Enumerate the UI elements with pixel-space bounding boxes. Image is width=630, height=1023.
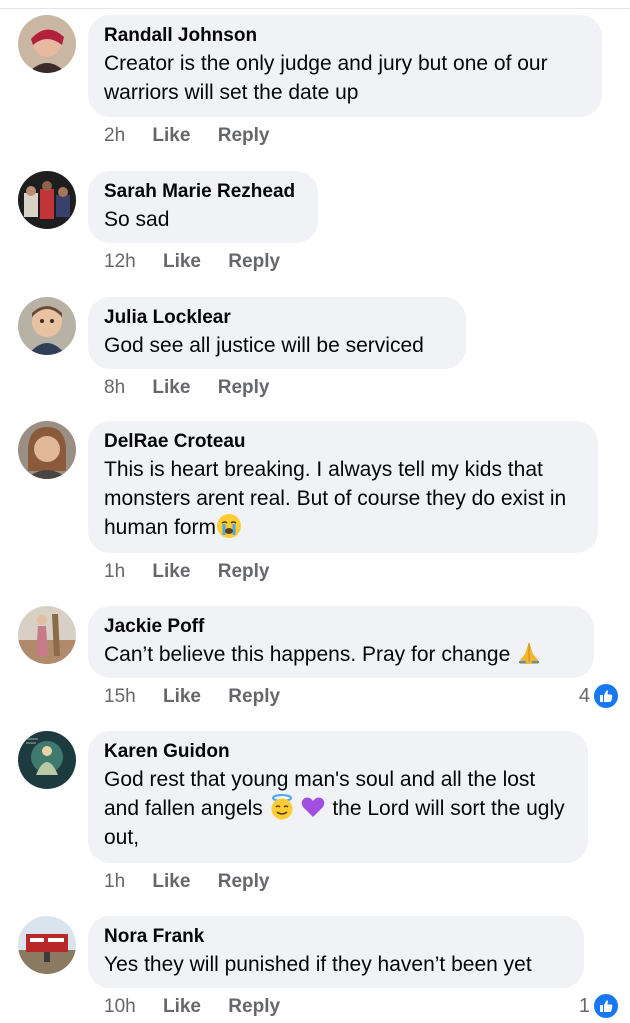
comment-author[interactable]: DelRae Croteau <box>104 430 582 454</box>
reaction-summary[interactable]: 4 <box>579 684 618 708</box>
comment-bubble: Jackie Poff Can’t believe this happens. … <box>88 606 594 678</box>
comment-author[interactable]: Sarah Marie Rezhead <box>104 180 302 204</box>
comment-actions: 1h Like Reply <box>104 871 291 893</box>
comment-text-body: Can’t believe this happens. Pray for cha… <box>104 643 511 666</box>
like-button[interactable]: Like <box>163 686 201 708</box>
comment-actions: 15h Like Reply <box>104 686 302 708</box>
smiling-face-with-halo-emoji <box>269 794 295 820</box>
comment-time[interactable]: 12h <box>104 251 136 273</box>
avatar[interactable] <box>18 15 76 73</box>
reply-button[interactable]: Reply <box>218 561 270 583</box>
comment-actions: 10h Like Reply <box>104 996 302 1018</box>
comment-time[interactable]: 8h <box>104 377 125 399</box>
like-button[interactable]: Like <box>163 251 201 273</box>
comment-actions: 1h Like Reply <box>104 561 291 583</box>
like-button[interactable]: Like <box>152 377 190 399</box>
reaction-summary[interactable]: 1 <box>579 994 618 1018</box>
top-divider <box>0 0 630 9</box>
reply-button[interactable]: Reply <box>228 251 280 273</box>
avatar[interactable] <box>18 171 76 229</box>
comment-text: Yes they will punished if they haven’t b… <box>104 953 532 976</box>
avatar[interactable] <box>18 731 76 789</box>
comment-actions: 2h Like Reply <box>104 125 291 147</box>
like-thumb-icon <box>594 684 618 708</box>
comment-bubble: Nora Frank Yes they will punished if the… <box>88 916 584 988</box>
reply-button[interactable]: Reply <box>228 686 280 708</box>
comment-text: God see all justice will be serviced <box>104 334 424 357</box>
comment-text: This is heart breaking. I always tell my… <box>104 455 582 542</box>
comment-actions: 8h Like Reply <box>104 377 291 399</box>
comment-author[interactable]: Nora Frank <box>104 925 568 949</box>
reply-button[interactable]: Reply <box>218 377 270 399</box>
like-button[interactable]: Like <box>152 871 190 893</box>
comment-text: So sad <box>104 208 170 231</box>
comment-text: God rest that young man's soul and all t… <box>104 765 572 852</box>
reaction-count: 1 <box>578 994 590 1017</box>
avatar[interactable] <box>18 297 76 355</box>
reply-button[interactable]: Reply <box>228 996 280 1018</box>
comment-bubble: Sarah Marie Rezhead So sad <box>88 171 318 243</box>
purple-heart-emoji <box>300 794 326 820</box>
like-button[interactable]: Like <box>152 561 190 583</box>
like-thumb-icon <box>594 994 618 1018</box>
comment-text: Creator is the only judge and jury but o… <box>104 52 548 104</box>
reply-button[interactable]: Reply <box>218 125 270 147</box>
comment-bubble: Julia Locklear God see all justice will … <box>88 297 466 369</box>
comment-bubble: Randall Johnson Creator is the only judg… <box>88 15 602 117</box>
comment-text-body: This is heart breaking. I always tell my… <box>104 458 567 539</box>
crying-face-emoji <box>216 513 242 539</box>
like-button[interactable]: Like <box>163 996 201 1018</box>
comment-time[interactable]: 15h <box>104 686 136 708</box>
comment-text: Can’t believe this happens. Pray for cha… <box>104 640 578 669</box>
praying-hands-emoji <box>516 640 542 666</box>
comment-bubble: DelRae Croteau This is heart breaking. I… <box>88 421 598 553</box>
comment-author[interactable]: Jackie Poff <box>104 615 578 639</box>
reply-button[interactable]: Reply <box>218 871 270 893</box>
comment-time[interactable]: 1h <box>104 871 125 893</box>
avatar[interactable] <box>18 916 76 974</box>
comment-time[interactable]: 1h <box>104 561 125 583</box>
like-button[interactable]: Like <box>152 125 190 147</box>
comment-actions: 12h Like Reply <box>104 251 302 273</box>
comment-author[interactable]: Julia Locklear <box>104 306 450 330</box>
avatar[interactable] <box>18 421 76 479</box>
comment-author[interactable]: Karen Guidon <box>104 740 572 764</box>
avatar[interactable] <box>18 606 76 664</box>
comment-time[interactable]: 2h <box>104 125 125 147</box>
reaction-count: 4 <box>578 684 590 707</box>
comment-author[interactable]: Randall Johnson <box>104 24 586 48</box>
comment-time[interactable]: 10h <box>104 996 136 1018</box>
comment-bubble: Karen Guidon God rest that young man's s… <box>88 731 588 863</box>
